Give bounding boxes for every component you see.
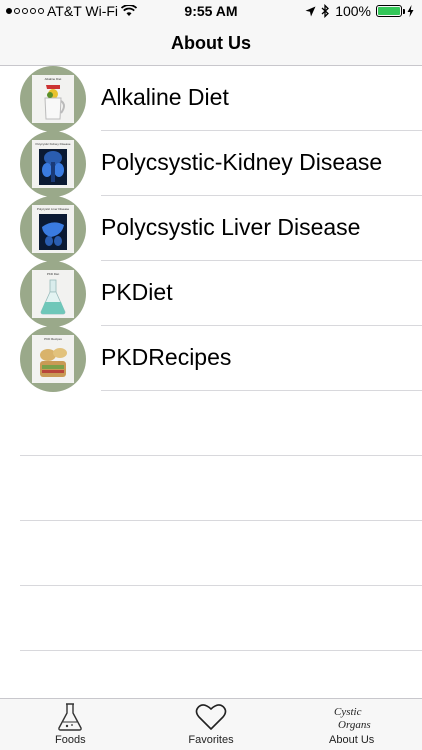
- flask-icon: [40, 279, 66, 315]
- tab-label: Foods: [55, 734, 86, 746]
- empty-row: [0, 586, 422, 651]
- flask-outline-icon: [58, 703, 83, 731]
- page-title: About Us: [171, 33, 251, 53]
- tab-favorites[interactable]: Favorites: [141, 699, 282, 750]
- item-thumbnail: PKD Diet: [20, 261, 86, 327]
- charging-bolt-icon: [407, 5, 414, 17]
- row-divider: [20, 650, 422, 651]
- empty-row: [0, 521, 422, 586]
- list-item-polycystic-liver-disease[interactable]: Polycystic Liver Disease Polycsystic Liv…: [0, 196, 422, 262]
- tab-about-us[interactable]: Cystic Organs About Us: [281, 699, 422, 750]
- tab-label: About Us: [329, 734, 375, 746]
- status-right: 100%: [305, 3, 414, 19]
- list-item-pkdrecipes[interactable]: PKD Recipes PKDRecipes: [0, 326, 422, 392]
- logo-text-top: Cystic: [334, 706, 362, 718]
- navigation-bar: About Us: [0, 22, 422, 66]
- item-thumbnail: Polycystic Liver Disease: [20, 196, 86, 262]
- list-item-alkaline-diet[interactable]: Alkaline Diet Alkaline Diet: [0, 66, 422, 132]
- item-thumbnail: Alkaline Diet: [20, 66, 86, 132]
- bluetooth-icon: [321, 4, 330, 18]
- empty-row: [0, 391, 422, 456]
- tab-bar: Foods Favorites Cystic Organs About Us: [0, 698, 422, 750]
- status-bar: AT&T Wi-Fi 9:55 AM 100%: [0, 0, 422, 22]
- item-label: PKDRecipes: [101, 344, 232, 370]
- item-thumbnail: PKD Recipes: [20, 326, 86, 392]
- tab-foods[interactable]: Foods: [0, 699, 141, 750]
- about-list: Alkaline Diet Alkaline Diet Polycystic K…: [0, 66, 422, 651]
- item-label: Alkaline Diet: [101, 84, 229, 110]
- item-label: Polycsystic Liver Disease: [101, 214, 361, 240]
- pitcher-icon: [44, 85, 65, 120]
- item-thumbnail: Polycystic Kidney Disease: [20, 131, 86, 197]
- liver-icon: [39, 214, 67, 250]
- battery-icon: [376, 5, 405, 17]
- list-item-polycystic-kidney-disease[interactable]: Polycystic Kidney Disease Polycsystic-Ki…: [0, 131, 422, 197]
- empty-row: [0, 456, 422, 521]
- item-label: PKDiet: [101, 279, 173, 305]
- heart-outline-icon: [195, 704, 227, 730]
- battery-percent: 100%: [335, 3, 371, 19]
- list-item-pkdiet[interactable]: PKD Diet PKDiet: [0, 261, 422, 327]
- item-label: Polycsystic-Kidney Disease: [101, 149, 383, 175]
- food-icon: [40, 348, 67, 377]
- logo-text-bottom: Organs: [338, 719, 371, 731]
- location-arrow-icon: [305, 6, 316, 16]
- tab-label: Favorites: [188, 734, 234, 746]
- cystic-organs-logo-icon: Cystic Organs: [334, 706, 371, 731]
- kidney-icon: [39, 149, 67, 185]
